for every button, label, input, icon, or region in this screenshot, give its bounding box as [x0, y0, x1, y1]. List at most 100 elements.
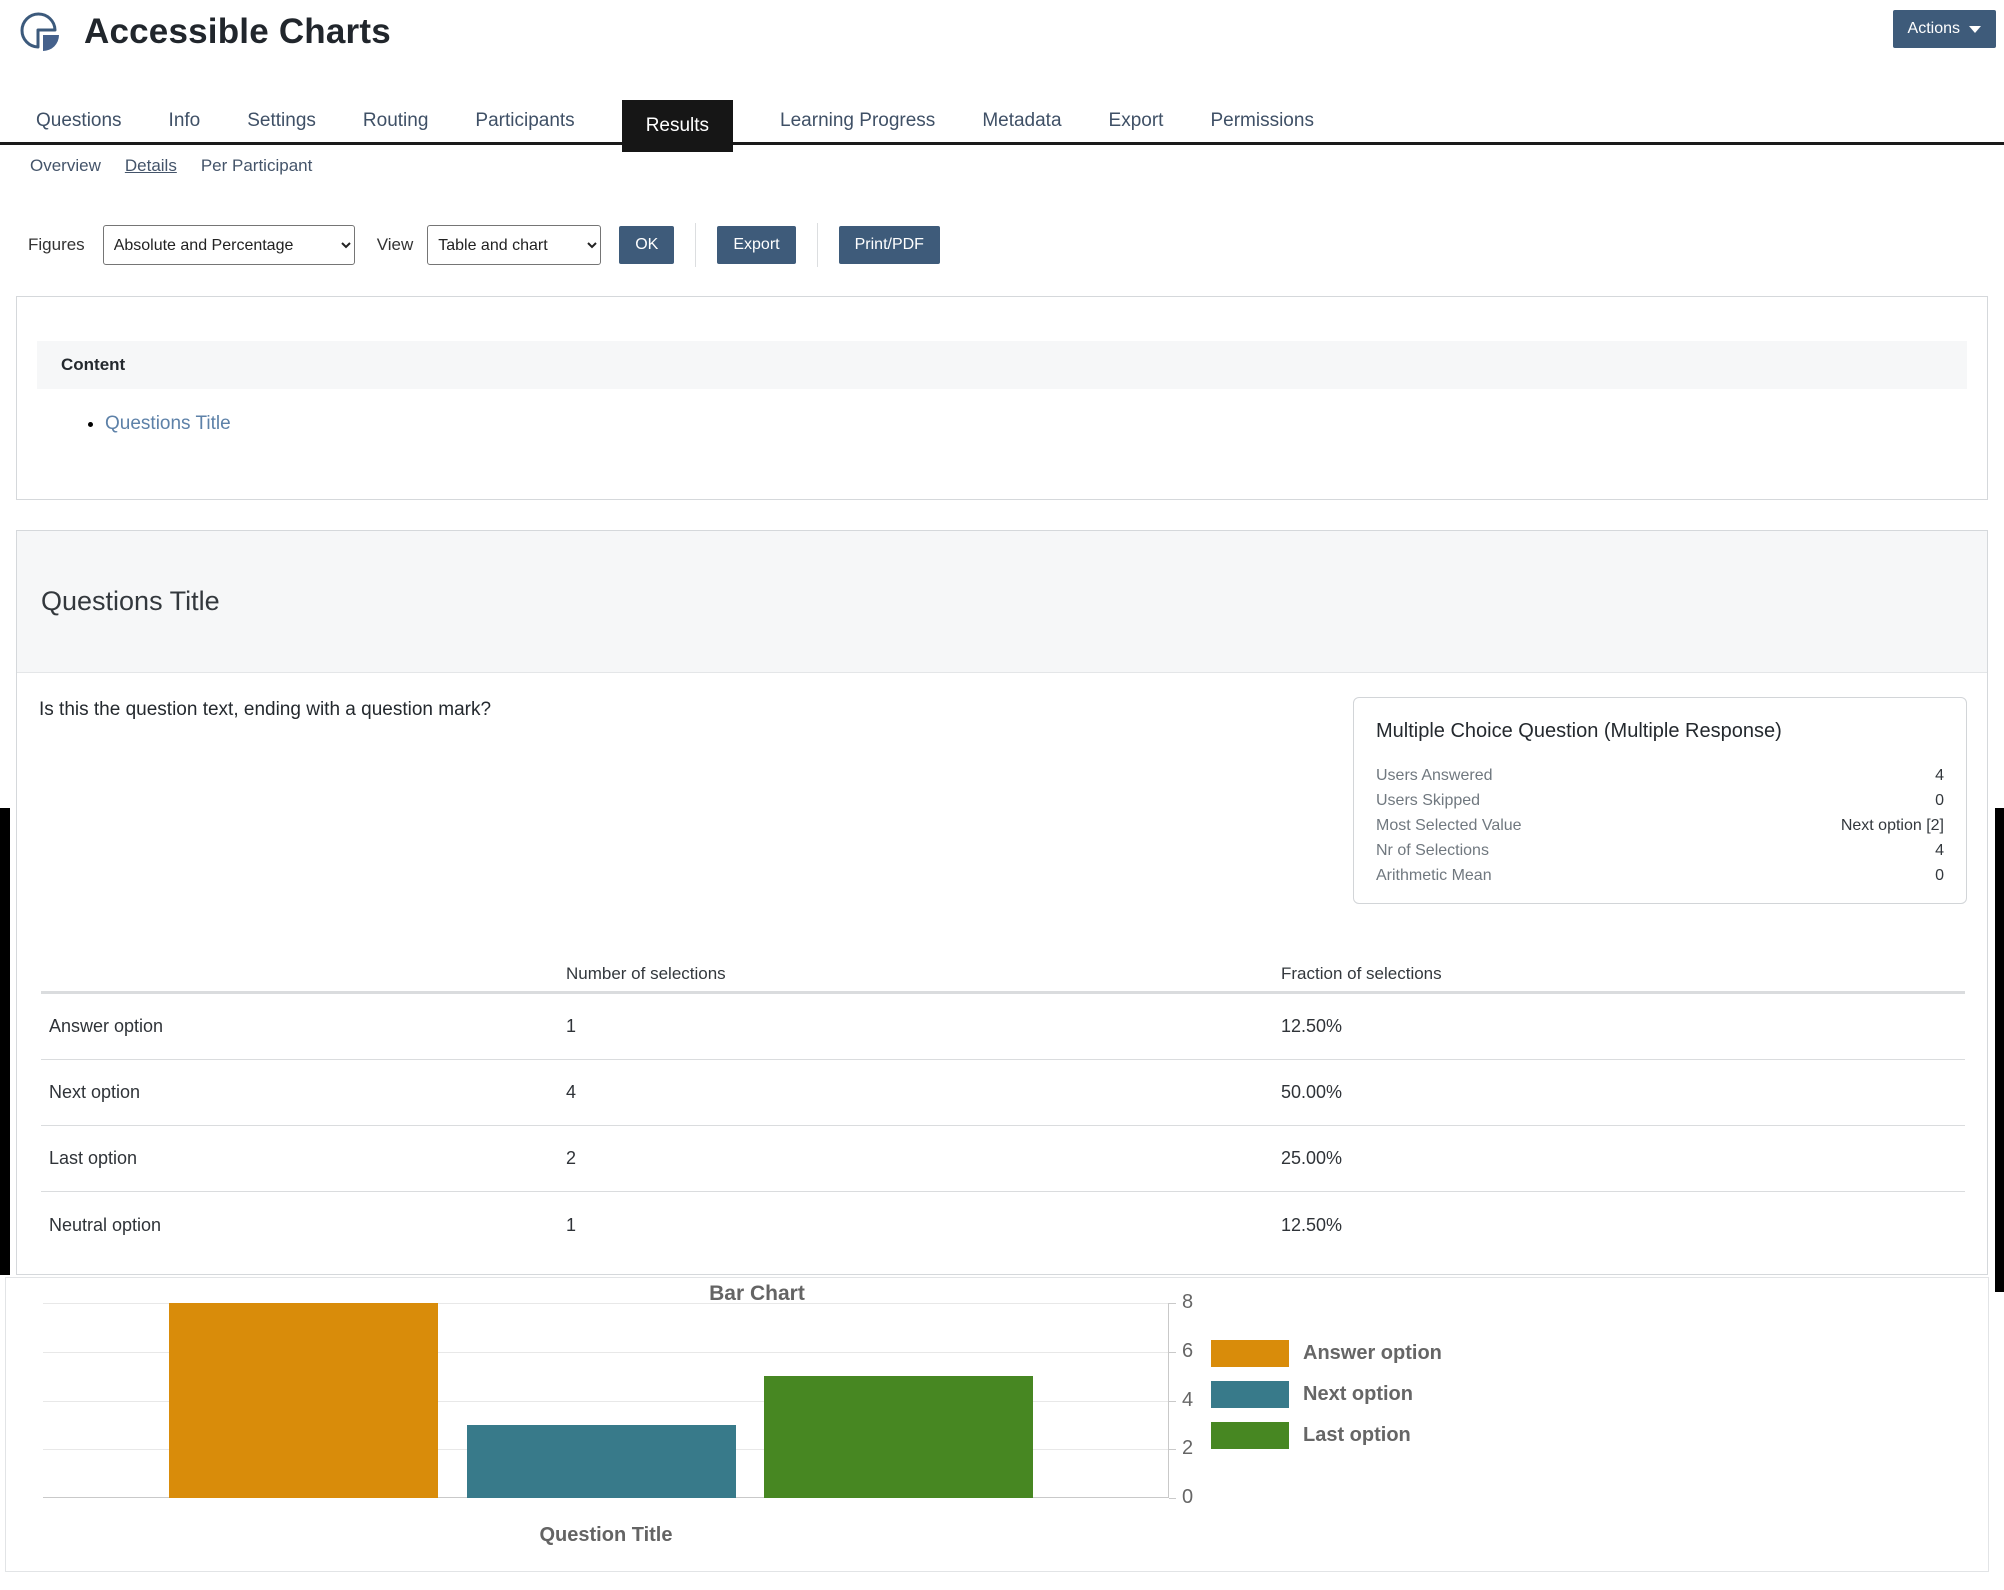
legend-item: Answer option — [1211, 1340, 1442, 1367]
info-label: Arithmetic Mean — [1376, 863, 1492, 888]
answer-option-label: Neutral option — [41, 1215, 566, 1236]
legend-item: Last option — [1211, 1422, 1442, 1449]
answer-option-label: Answer option — [41, 1016, 566, 1037]
questions-title-link[interactable]: Questions Title — [105, 413, 231, 434]
question-section-panel: Questions Title Is this the question tex… — [16, 530, 1988, 1275]
selection-count: 4 — [566, 1082, 1281, 1103]
selection-fraction: 25.00% — [1281, 1148, 1965, 1169]
y-axis-tick — [1169, 1498, 1176, 1499]
info-value: 0 — [1935, 788, 1944, 813]
legend-swatch — [1211, 1422, 1289, 1449]
toolbar-divider — [695, 223, 696, 267]
bar-answer-option — [169, 1303, 438, 1498]
bar-chart-panel: Bar Chart Question Title Answer optionNe… — [5, 1277, 1989, 1572]
column-header-fraction-of-selections: Fraction of selections — [1281, 964, 1965, 984]
tab-info[interactable]: Info — [169, 110, 201, 132]
list-item: Questions Title — [105, 409, 231, 439]
page-title: Accessible Charts — [84, 12, 391, 52]
question-text: Is this the question text, ending with a… — [39, 699, 491, 721]
figures-label: Figures — [28, 235, 85, 255]
column-header-number-of-selections: Number of selections — [566, 964, 1281, 984]
view-select[interactable]: Table and chart — [427, 225, 601, 265]
page: Accessible Charts Actions Questions Info… — [0, 0, 2004, 1590]
chart-plot — [43, 1303, 1169, 1498]
info-row: Arithmetic Mean 0 — [1376, 863, 1944, 888]
chart-legend: Answer option Next option Last option — [1211, 1340, 1442, 1449]
y-axis-tick — [1169, 1401, 1176, 1402]
y-axis-tick — [1169, 1352, 1176, 1353]
table-header-row: Number of selections Fraction of selecti… — [41, 956, 1965, 994]
content-panel-heading: Content — [37, 341, 1967, 389]
tab-results[interactable]: Results — [622, 100, 733, 152]
y-axis-tick-label: 4 — [1182, 1389, 1222, 1412]
tab-bar: Questions Info Settings Routing Particip… — [0, 100, 2004, 145]
tab-permissions[interactable]: Permissions — [1210, 110, 1313, 132]
tab-questions[interactable]: Questions — [36, 110, 122, 132]
subnav-overview[interactable]: Overview — [30, 156, 101, 176]
selection-count: 1 — [566, 1215, 1281, 1236]
chevron-down-icon — [1969, 26, 1981, 33]
results-subnav: Overview Details Per Participant — [30, 156, 312, 176]
chart-x-axis-label: Question Title — [43, 1524, 1169, 1547]
tab-settings[interactable]: Settings — [247, 110, 316, 132]
y-axis-tick-label: 0 — [1182, 1486, 1222, 1509]
info-label: Most Selected Value — [1376, 813, 1522, 838]
y-axis-tick — [1169, 1449, 1176, 1450]
info-value: 0 — [1935, 863, 1944, 888]
content-panel: Content Questions Title — [16, 296, 1988, 500]
info-row: Users Answered 4 — [1376, 763, 1944, 788]
tab-routing[interactable]: Routing — [363, 110, 429, 132]
question-section-title: Questions Title — [41, 586, 220, 617]
subnav-per-participant[interactable]: Per Participant — [201, 156, 313, 176]
info-value: 4 — [1935, 763, 1944, 788]
info-label: Nr of Selections — [1376, 838, 1489, 863]
y-axis-tick-label: 6 — [1182, 1340, 1222, 1363]
ok-button[interactable]: OK — [619, 226, 674, 264]
tab-learning-progress[interactable]: Learning Progress — [780, 110, 935, 132]
toolbar-divider — [817, 223, 818, 267]
question-info-box: Multiple Choice Question (Multiple Respo… — [1353, 697, 1967, 904]
legend-swatch — [1211, 1381, 1289, 1408]
y-axis-tick-label: 8 — [1182, 1291, 1222, 1314]
actions-button[interactable]: Actions — [1893, 10, 1996, 48]
answer-option-label: Next option — [41, 1082, 566, 1103]
question-type-title: Multiple Choice Question (Multiple Respo… — [1376, 720, 1944, 743]
screenshot-black-band-left — [0, 808, 10, 1275]
selection-fraction: 12.50% — [1281, 1215, 1965, 1236]
table-row: Next option 4 50.00% — [41, 1060, 1965, 1126]
bar-next-option — [467, 1425, 736, 1498]
info-row: Most Selected Value Next option [2] — [1376, 813, 1944, 838]
selection-fraction: 12.50% — [1281, 1016, 1965, 1037]
view-label: View — [377, 235, 414, 255]
selection-count: 1 — [566, 1016, 1281, 1037]
actions-button-label: Actions — [1908, 20, 1960, 38]
legend-item: Next option — [1211, 1381, 1442, 1408]
table-row: Neutral option 1 12.50% — [41, 1192, 1965, 1258]
legend-label: Last option — [1303, 1424, 1411, 1447]
legend-label: Next option — [1303, 1383, 1413, 1406]
legend-swatch — [1211, 1340, 1289, 1367]
legend-label: Answer option — [1303, 1342, 1442, 1365]
print-pdf-button[interactable]: Print/PDF — [839, 226, 940, 264]
info-value: Next option [2] — [1841, 813, 1944, 838]
answers-table: Number of selections Fraction of selecti… — [41, 956, 1965, 1258]
tab-export[interactable]: Export — [1109, 110, 1164, 132]
y-axis-tick — [1169, 1303, 1176, 1304]
export-button[interactable]: Export — [717, 226, 795, 264]
tab-participants[interactable]: Participants — [475, 110, 574, 132]
bar-last-option — [764, 1376, 1033, 1498]
tab-metadata[interactable]: Metadata — [982, 110, 1061, 132]
info-row: Users Skipped 0 — [1376, 788, 1944, 813]
results-toolbar: Figures Absolute and Percentage View Tab… — [28, 222, 940, 268]
selection-count: 2 — [566, 1148, 1281, 1169]
figures-select[interactable]: Absolute and Percentage — [103, 225, 355, 265]
answer-option-label: Last option — [41, 1148, 566, 1169]
info-row: Nr of Selections 4 — [1376, 838, 1944, 863]
question-section-header: Questions Title — [17, 531, 1987, 673]
table-row: Answer option 1 12.50% — [41, 994, 1965, 1060]
info-label: Users Answered — [1376, 763, 1493, 788]
subnav-details[interactable]: Details — [125, 156, 177, 176]
info-label: Users Skipped — [1376, 788, 1480, 813]
table-row: Last option 2 25.00% — [41, 1126, 1965, 1192]
y-axis-tick-label: 2 — [1182, 1437, 1222, 1460]
